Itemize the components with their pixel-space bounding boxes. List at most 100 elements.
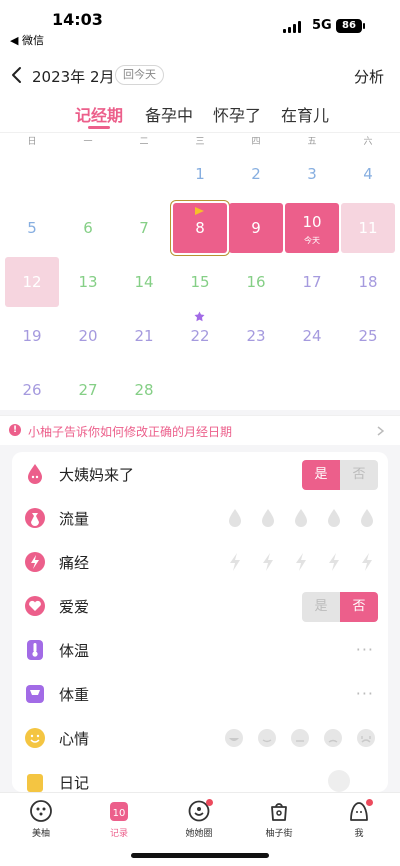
- calendar-day[interactable]: 15: [173, 257, 227, 307]
- calendar-day[interactable]: 9: [229, 203, 283, 253]
- record-row-diary[interactable]: 日记: [12, 760, 388, 792]
- calendar-day[interactable]: 13: [61, 257, 115, 307]
- calendar-day[interactable]: 2: [229, 149, 283, 199]
- weight-scale-icon: [26, 685, 44, 703]
- calendar-day-today[interactable]: 10 今天: [285, 203, 339, 253]
- calendar-day[interactable]: 3: [285, 149, 339, 199]
- calendar-day[interactable]: 12: [5, 257, 59, 307]
- tab-parenting[interactable]: 在育儿: [281, 102, 329, 126]
- calendar-day[interactable]: 25: [341, 311, 395, 361]
- calendar-day[interactable]: 26: [5, 365, 59, 415]
- analysis-button[interactable]: 分析: [354, 66, 384, 87]
- home-indicator: [131, 853, 269, 858]
- calendar-day[interactable]: 17: [285, 257, 339, 307]
- calendar-day[interactable]: 6: [61, 203, 115, 253]
- calendar-day[interactable]: 28: [117, 365, 171, 415]
- calendar-day[interactable]: 19: [5, 311, 59, 361]
- pain-bolt-level-icon[interactable]: [325, 552, 343, 572]
- neutral-face-icon[interactable]: [290, 728, 310, 748]
- ovulation-flower-icon: [194, 311, 205, 322]
- weekday-label: 三: [195, 137, 205, 147]
- flow-drop-icon[interactable]: [358, 508, 376, 528]
- more-icon[interactable]: ···: [356, 684, 374, 703]
- flow-drop-icon[interactable]: [259, 508, 277, 528]
- calendar-day[interactable]: 4: [341, 149, 395, 199]
- calendar-day[interactable]: 18: [341, 257, 395, 307]
- tab-trying[interactable]: 备孕中: [145, 102, 193, 126]
- tab-shop[interactable]: 柚子街: [251, 799, 307, 839]
- more-icon[interactable]: ···: [356, 640, 374, 659]
- tab-record[interactable]: 10 记录: [91, 799, 147, 839]
- calendar-day[interactable]: 11: [341, 203, 395, 253]
- status-time: 14:03: [52, 10, 103, 29]
- calendar-day[interactable]: 1: [173, 149, 227, 199]
- calendar-day[interactable]: 23: [229, 311, 283, 361]
- smile-face-icon[interactable]: [257, 728, 277, 748]
- tab-meiyou[interactable]: 美柚: [13, 799, 69, 839]
- flow-drop-icon[interactable]: [325, 508, 343, 528]
- record-row-weight[interactable]: 体重 ···: [12, 672, 388, 716]
- record-label: 大姨妈来了: [59, 466, 135, 484]
- weekday-label: 六: [363, 137, 373, 147]
- pain-level-selector: [226, 552, 376, 572]
- tab-period[interactable]: 记经期: [75, 102, 123, 126]
- tip-bar[interactable]: ! 小柚子告诉你如何修改正确的月经日期: [0, 415, 400, 445]
- back-to-app-link[interactable]: ◀ 微信: [10, 32, 44, 48]
- no-option[interactable]: 否: [340, 460, 378, 490]
- mood-face-icon: [25, 728, 45, 748]
- calendar-badge-text: 10: [113, 808, 126, 819]
- calendar-day[interactable]: 7: [117, 203, 171, 253]
- calendar-day[interactable]: 24: [285, 311, 339, 361]
- tab-label: 美柚: [31, 829, 50, 839]
- mood-selector: [224, 728, 376, 748]
- calendar-day[interactable]: 20: [61, 311, 115, 361]
- weekday-label: 五: [307, 137, 317, 147]
- record-label: 日记: [59, 774, 90, 792]
- mode-tabs: 记经期 备孕中 怀孕了 在育儿: [0, 98, 400, 132]
- love-yes-no-toggle[interactable]: 是 否: [302, 592, 378, 622]
- drop-face-icon: [28, 464, 42, 484]
- calendar-day[interactable]: 14: [117, 257, 171, 307]
- flag-icon: [195, 207, 204, 215]
- pain-bolt-icon: [25, 552, 45, 572]
- yes-option[interactable]: 是: [302, 592, 340, 622]
- yes-option[interactable]: 是: [302, 460, 340, 490]
- record-label: 痛经: [59, 554, 90, 572]
- heart-icon: [25, 596, 45, 616]
- weekday-label: 一: [83, 137, 93, 147]
- pain-bolt-level-icon[interactable]: [226, 552, 244, 572]
- pain-bolt-level-icon[interactable]: [358, 552, 376, 572]
- flow-drop-icon[interactable]: [292, 508, 310, 528]
- calendar-day-number: 8: [195, 219, 205, 237]
- notification-dot: [366, 799, 373, 806]
- record-label: 心情: [59, 730, 90, 748]
- calendar-day[interactable]: 27: [61, 365, 115, 415]
- record-label: 流量: [59, 510, 90, 528]
- tab-community[interactable]: 她她圈: [171, 799, 227, 839]
- diary-add-icon[interactable]: [328, 770, 350, 792]
- chevron-right-icon: [377, 426, 384, 436]
- no-option[interactable]: 否: [340, 592, 378, 622]
- pain-bolt-level-icon[interactable]: [259, 552, 277, 572]
- tip-text: 小柚子告诉你如何修改正确的月经日期: [28, 425, 233, 439]
- calendar-day-selected[interactable]: 8: [173, 203, 227, 253]
- back-to-today-button[interactable]: 回今天: [115, 65, 164, 85]
- flow-drop-icon[interactable]: [226, 508, 244, 528]
- cry-face-icon[interactable]: [356, 728, 376, 748]
- laugh-face-icon[interactable]: [224, 728, 244, 748]
- tab-label: 我: [354, 829, 364, 839]
- calendar-day[interactable]: 5: [5, 203, 59, 253]
- sad-face-icon[interactable]: [323, 728, 343, 748]
- calendar-day[interactable]: 16: [229, 257, 283, 307]
- month-title: 2023年 2月: [32, 68, 115, 86]
- record-row-period: 大姨妈来了 是 否: [12, 452, 388, 496]
- record-row-temperature[interactable]: 体温 ···: [12, 628, 388, 672]
- tab-me[interactable]: 我: [331, 799, 387, 839]
- chevron-left-icon[interactable]: [10, 66, 24, 84]
- record-label: 体温: [59, 642, 90, 660]
- tab-pregnant[interactable]: 怀孕了: [213, 102, 261, 126]
- pain-bolt-level-icon[interactable]: [292, 552, 310, 572]
- calendar-day[interactable]: 21: [117, 311, 171, 361]
- period-yes-no-toggle[interactable]: 是 否: [302, 460, 378, 490]
- record-row-pain: 痛经: [12, 540, 388, 584]
